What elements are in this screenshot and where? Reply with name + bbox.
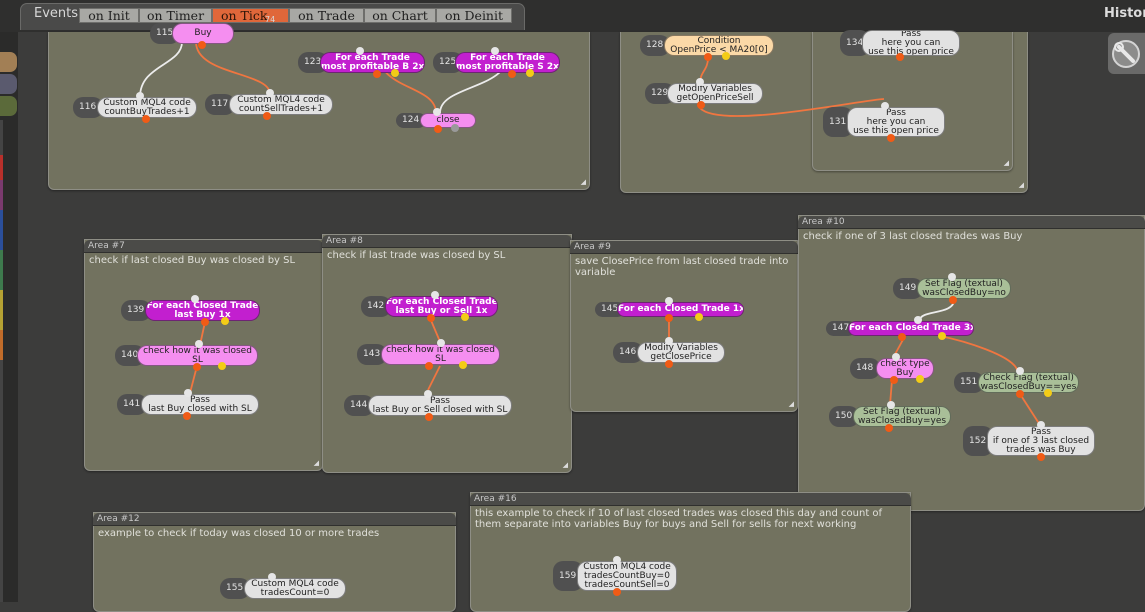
output-pin[interactable] [885,424,893,432]
output-pin[interactable] [896,53,904,61]
input-pin[interactable] [136,92,144,100]
input-pin[interactable] [914,316,922,324]
node-label: Check Flag (textual) wasClosedBuy==yes [978,372,1079,393]
node-label: check type Buy [876,358,934,379]
output-pin[interactable] [263,112,271,120]
node-label: Set Flag (textual) wasClosedBuy=yes [853,406,951,427]
output-pin[interactable] [434,125,442,133]
node-label: For each Trade most profitable B 2x [320,52,425,73]
node-label: For each Closed Trade last Buy or Sell 1x [385,296,498,317]
output-pin[interactable] [425,362,433,370]
output-pin[interactable] [704,53,712,61]
alt-output-pin[interactable] [722,52,730,60]
input-pin[interactable] [268,573,276,581]
node-label: For each Trade most profitable S 2x [455,52,560,73]
input-pin[interactable] [881,102,889,110]
output-pin[interactable] [193,363,201,371]
output-pin[interactable] [198,41,206,49]
output-pin[interactable] [613,588,621,596]
input-pin[interactable] [892,353,900,361]
alt-output-pin[interactable] [695,313,703,321]
input-pin[interactable] [437,339,445,347]
node-label: check how it was closed SL [381,344,500,365]
input-pin[interactable] [491,47,499,55]
input-pin[interactable] [433,108,441,116]
alt-output-pin[interactable] [526,69,534,77]
input-pin[interactable] [887,401,895,409]
output-pin[interactable] [665,360,673,368]
input-pin[interactable] [266,89,274,97]
input-pin[interactable] [1037,421,1045,429]
alt-output-pin[interactable] [938,332,946,340]
output-pin[interactable] [427,314,435,322]
input-pin[interactable] [613,556,621,564]
output-pin[interactable] [1016,390,1024,398]
node-label: Pass here you can use this open price [847,107,945,137]
node-label: Custom MQL4 code countSellTrades+1 [229,94,333,115]
node-label: Pass last Buy closed with SL [141,394,259,415]
input-pin[interactable] [356,47,364,55]
input-pin[interactable] [424,390,432,398]
node-label: Custom MQL4 code tradesCountBuy=0 tradesCo… [577,561,677,591]
node-label: Custom MQL4 code tradesCount=0 [244,578,346,599]
output-pin[interactable] [665,314,673,322]
output-pin[interactable] [508,70,516,78]
alt-output-pin[interactable] [461,313,469,321]
output-pin[interactable] [697,101,705,109]
input-pin[interactable] [1016,367,1024,375]
node-label: Pass if one of 3 last closed trades was Bu… [987,426,1095,456]
node-label: For each Closed Trade 1x [617,302,744,317]
output-pin[interactable] [1037,453,1045,461]
alt-output-pin[interactable] [218,362,226,370]
output-pin[interactable] [949,296,957,304]
input-pin[interactable] [665,337,673,345]
alt-output-pin[interactable] [1044,389,1052,397]
node-label: close [420,113,476,128]
node-label: Set Flag (textual) wasClosedBuy=no [917,278,1011,299]
alt-output-pin[interactable] [451,124,459,132]
node-label: Pass last Buy or Sell closed with SL [368,395,512,416]
input-pin[interactable] [191,295,199,303]
output-pin[interactable] [373,70,381,78]
input-pin[interactable] [431,291,439,299]
output-pin[interactable] [890,376,898,384]
output-pin[interactable] [183,412,191,420]
node-label: For each Closed Trade 3x [848,321,974,336]
alt-output-pin[interactable] [916,375,924,383]
input-pin[interactable] [195,340,203,348]
node-label: Condition OpenPrice < MA20[0] [664,35,774,56]
node-label: Pass here you can use this open price [862,30,960,56]
node-label: Modify Variables getClosePrice [637,342,725,363]
output-pin[interactable] [201,318,209,326]
input-pin[interactable] [696,78,704,86]
output-pin[interactable] [898,333,906,341]
alt-output-pin[interactable] [391,69,399,77]
input-pin[interactable] [665,297,673,305]
node-label: Modify Variables getOpenPriceSell [667,83,763,104]
output-pin[interactable] [425,413,433,421]
output-pin[interactable] [142,115,150,123]
output-pin[interactable] [887,134,895,142]
alt-output-pin[interactable] [459,361,467,369]
alt-output-pin[interactable] [221,317,229,325]
input-pin[interactable] [948,273,956,281]
input-pin[interactable] [184,389,192,397]
